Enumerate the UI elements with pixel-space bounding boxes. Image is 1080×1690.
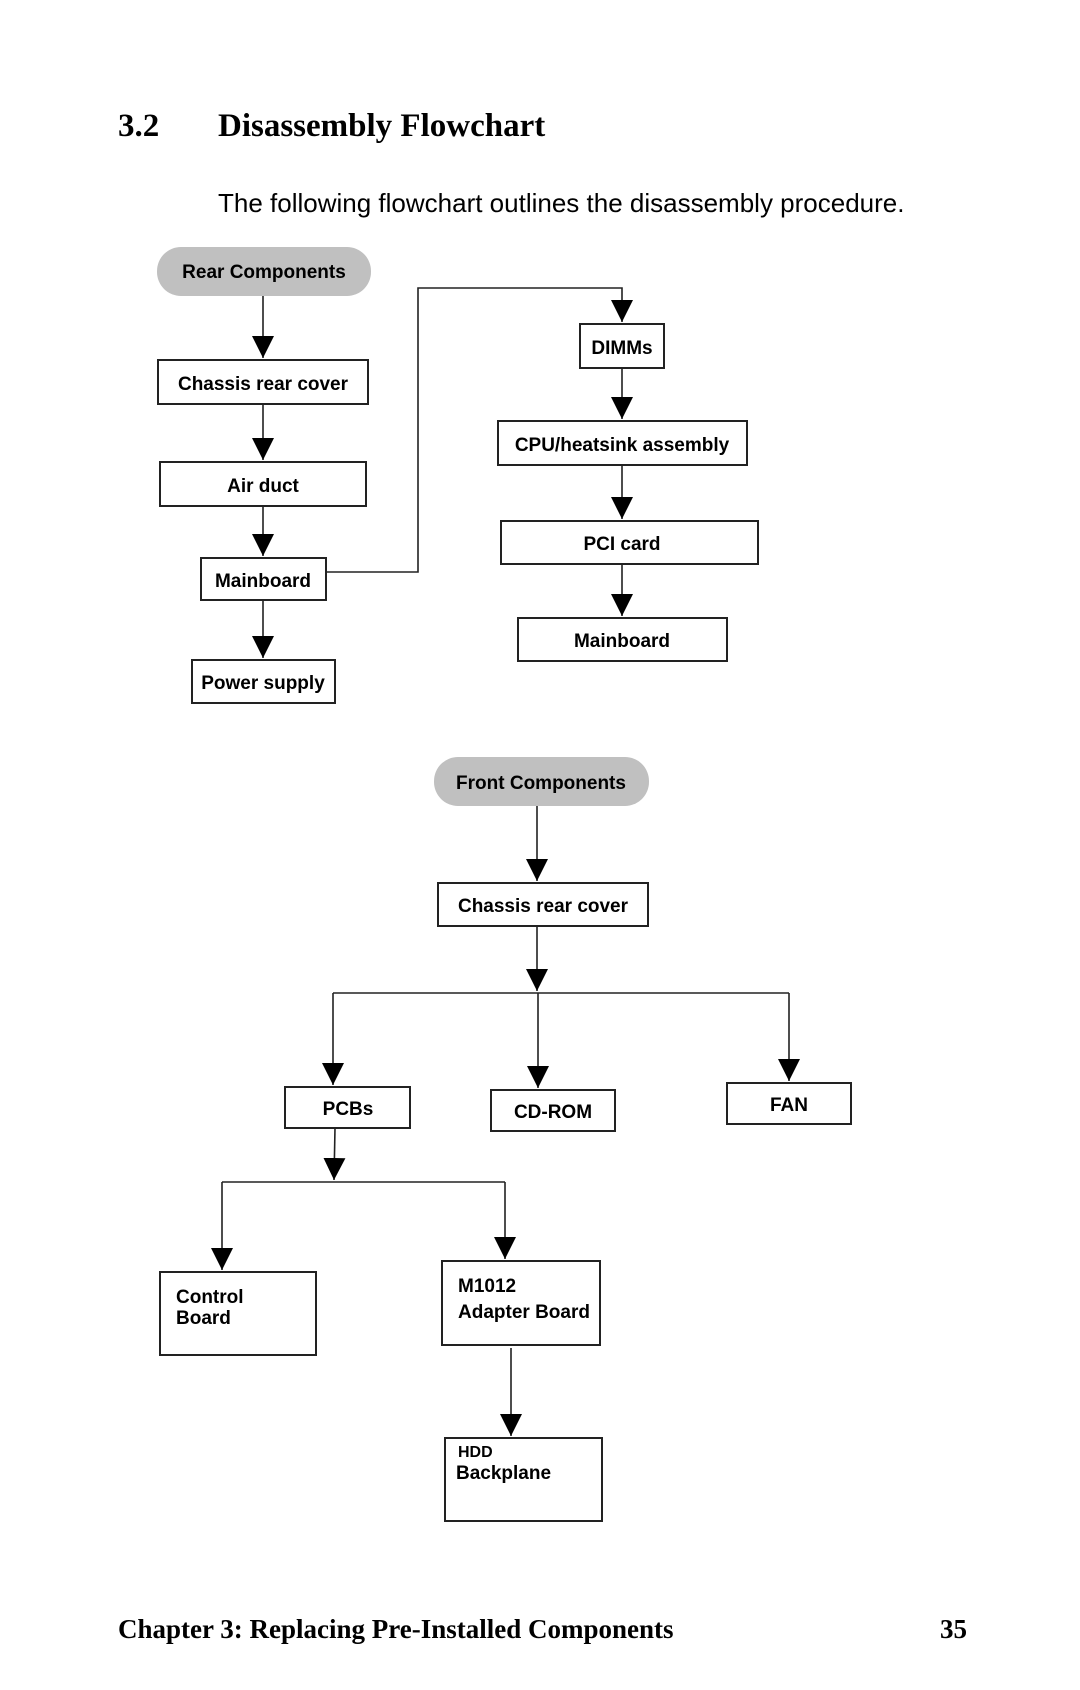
node-label: Air duct: [227, 476, 299, 497]
node-hdd-backplane: HDD Backplane: [444, 1437, 603, 1522]
node-label-line1: HDD: [458, 1444, 493, 1461]
disassembly-flowchart: Rear Components Chassis rear cover Air d…: [157, 247, 852, 1522]
node-label: CPU/heatsink assembly: [515, 435, 730, 456]
node-label: DIMMs: [591, 338, 652, 359]
node-cd-rom: CD-ROM: [490, 1089, 616, 1132]
node-label-line2: Board: [176, 1308, 231, 1329]
node-dimms: DIMMs: [579, 323, 665, 369]
node-air-duct: Air duct: [159, 461, 367, 507]
node-label: PCBs: [323, 1099, 374, 1120]
node-cpu-heatsink: CPU/heatsink assembly: [497, 420, 748, 466]
node-label: CD-ROM: [514, 1102, 592, 1123]
front-components-start: Front Components: [434, 757, 649, 806]
node-label: Chassis rear cover: [178, 374, 349, 395]
node-label-line2: Adapter Board: [458, 1302, 590, 1323]
node-label: Power supply: [201, 673, 325, 694]
node-label: PCI card: [583, 534, 660, 555]
node-mainboard-left: Mainboard: [200, 557, 327, 601]
node-mainboard-right: Mainboard: [517, 617, 728, 662]
edge-pcbs-to-branch: [323, 1127, 346, 1181]
node-label-line1: Control: [176, 1287, 244, 1308]
node-label-line2: Backplane: [456, 1463, 551, 1484]
node-adapter-board: M1012 Adapter Board: [441, 1260, 601, 1346]
node-label: FAN: [770, 1095, 808, 1116]
node-control-board: Control Board: [159, 1271, 317, 1356]
node-label: Chassis rear cover: [458, 896, 629, 917]
node-pcbs: PCBs: [284, 1086, 411, 1129]
footer-page-number: 35: [940, 1614, 967, 1644]
node-label: Mainboard: [574, 631, 670, 652]
front-components-label: Front Components: [456, 773, 626, 794]
rear-components-start: Rear Components: [157, 247, 371, 296]
node-power-supply: Power supply: [191, 659, 336, 704]
rear-components-label: Rear Components: [182, 262, 346, 283]
node-fan: FAN: [726, 1082, 852, 1125]
node-label-line1: M1012: [458, 1276, 516, 1297]
footer-chapter-title: Chapter 3: Replacing Pre-Installed Compo…: [118, 1614, 674, 1644]
node-pci-card: PCI card: [500, 520, 759, 565]
node-front-chassis-rear-cover: Chassis rear cover: [437, 882, 649, 927]
node-label: Mainboard: [215, 571, 311, 592]
node-chassis-rear-cover: Chassis rear cover: [157, 359, 369, 405]
